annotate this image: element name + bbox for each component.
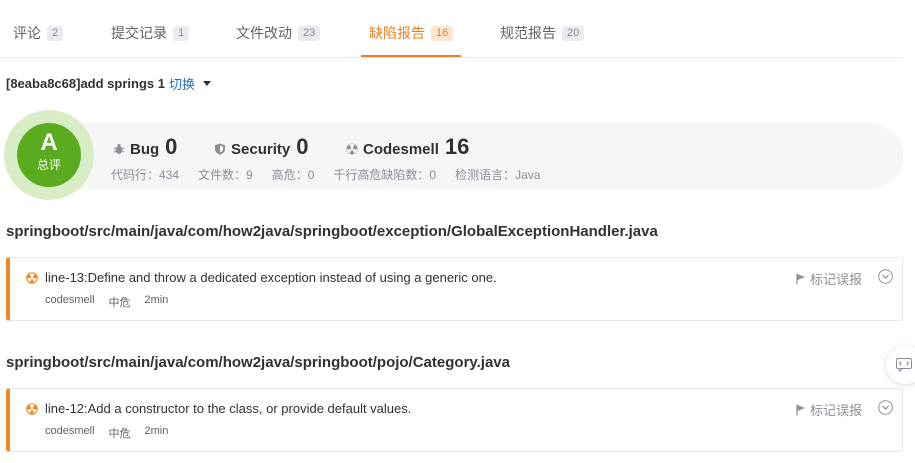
metric-name: Codesmell xyxy=(363,141,439,158)
tab-label: 缺陷报告 xyxy=(369,25,425,41)
metric-value: 0 xyxy=(165,134,178,159)
radiation-icon xyxy=(346,143,358,155)
stat-language: 检测语言：Java xyxy=(455,168,541,182)
tab-bar: 评论 2 提交记录 1 文件改动 23 缺陷报告 16 规范报告 20 xyxy=(0,0,903,58)
tab-count-badge: 20 xyxy=(562,25,585,41)
issue-card[interactable]: line-12:Add a constructor to the class, … xyxy=(6,388,903,452)
issue-severity: 中危 xyxy=(108,297,131,309)
flag-icon xyxy=(796,273,805,284)
grade-badge: A 总评 xyxy=(17,123,81,187)
issue-effort: 2min xyxy=(144,294,169,306)
stat-lines-of-code: 代码行：434 xyxy=(111,168,180,182)
floating-code-button[interactable] xyxy=(886,346,915,384)
tab-count-badge: 23 xyxy=(298,25,321,41)
active-tab-indicator xyxy=(361,55,461,57)
tab-label: 规范报告 xyxy=(500,25,556,41)
switch-commit-link[interactable]: 切换 xyxy=(169,74,195,93)
tab-commits[interactable]: 提交记录 1 xyxy=(111,22,190,44)
issue-type: codesmell xyxy=(45,425,95,437)
tab-comments[interactable]: 评论 2 xyxy=(13,22,64,44)
codesmell-warning-icon xyxy=(26,403,38,415)
grade-letter: A xyxy=(40,129,58,156)
metric-security: Security 0 xyxy=(214,134,308,160)
tab-file-changes[interactable]: 文件改动 23 xyxy=(236,22,321,44)
file-path-heading: springboot/src/main/java/com/how2java/sp… xyxy=(6,354,510,371)
metric-bug: Bug 0 xyxy=(113,134,177,160)
issue-severity: 中危 xyxy=(108,428,131,440)
mark-false-positive-button[interactable]: 标记误报 xyxy=(796,400,862,419)
codesmell-warning-icon xyxy=(26,272,38,284)
stats-row: 代码行：434 文件数：9 高危：0 千行高危缺陷数：0 检测语言：Java xyxy=(111,166,559,183)
issue-meta: codesmell 中危 2min xyxy=(45,425,182,441)
issue-message: line-13:Define and throw a dedicated exc… xyxy=(45,270,497,285)
tab-count-badge: 16 xyxy=(431,25,454,41)
metric-codesmell: Codesmell 16 xyxy=(346,134,469,160)
issue-card[interactable]: line-13:Define and throw a dedicated exc… xyxy=(6,257,903,321)
metric-name: Bug xyxy=(130,141,160,158)
grade-label: 总评 xyxy=(36,158,61,172)
issue-type: codesmell xyxy=(45,294,95,306)
flag-icon xyxy=(796,404,805,415)
mark-false-positive-label: 标记误报 xyxy=(809,403,862,418)
tab-label: 文件改动 xyxy=(236,25,292,41)
issue-effort: 2min xyxy=(144,425,169,437)
stat-file-count: 文件数：9 xyxy=(198,168,253,182)
metric-name: Security xyxy=(231,141,291,158)
tab-label: 提交记录 xyxy=(111,25,167,41)
shield-icon xyxy=(215,143,225,155)
mark-false-positive-label: 标记误报 xyxy=(809,272,862,287)
metric-value: 0 xyxy=(296,134,309,159)
tab-label: 评论 xyxy=(13,25,41,41)
bug-icon xyxy=(113,144,125,154)
code-icon xyxy=(896,358,912,372)
stat-high-risk: 高危：0 xyxy=(271,168,315,182)
metric-value: 16 xyxy=(444,134,470,159)
expand-chevron-icon[interactable] xyxy=(878,400,893,415)
tab-defect-report[interactable]: 缺陷报告 16 xyxy=(369,22,454,44)
file-path-heading: springboot/src/main/java/com/how2java/sp… xyxy=(6,223,658,240)
tab-standards-report[interactable]: 规范报告 20 xyxy=(500,22,585,44)
mark-false-positive-button[interactable]: 标记误报 xyxy=(796,269,862,288)
issue-message: line-12:Add a constructor to the class, … xyxy=(45,401,412,416)
stat-defects-per-kloc: 千行高危缺陷数：0 xyxy=(333,168,437,182)
issue-meta: codesmell 中危 2min xyxy=(45,294,182,310)
expand-chevron-icon[interactable] xyxy=(878,269,893,284)
chevron-down-icon[interactable] xyxy=(202,81,211,86)
commit-selector: [8eaba8c68]add springs 1 切换 xyxy=(6,74,211,93)
commit-title: [8eaba8c68]add springs 1 xyxy=(6,76,165,91)
tab-count-badge: 1 xyxy=(173,25,190,41)
tab-count-badge: 2 xyxy=(47,25,64,41)
